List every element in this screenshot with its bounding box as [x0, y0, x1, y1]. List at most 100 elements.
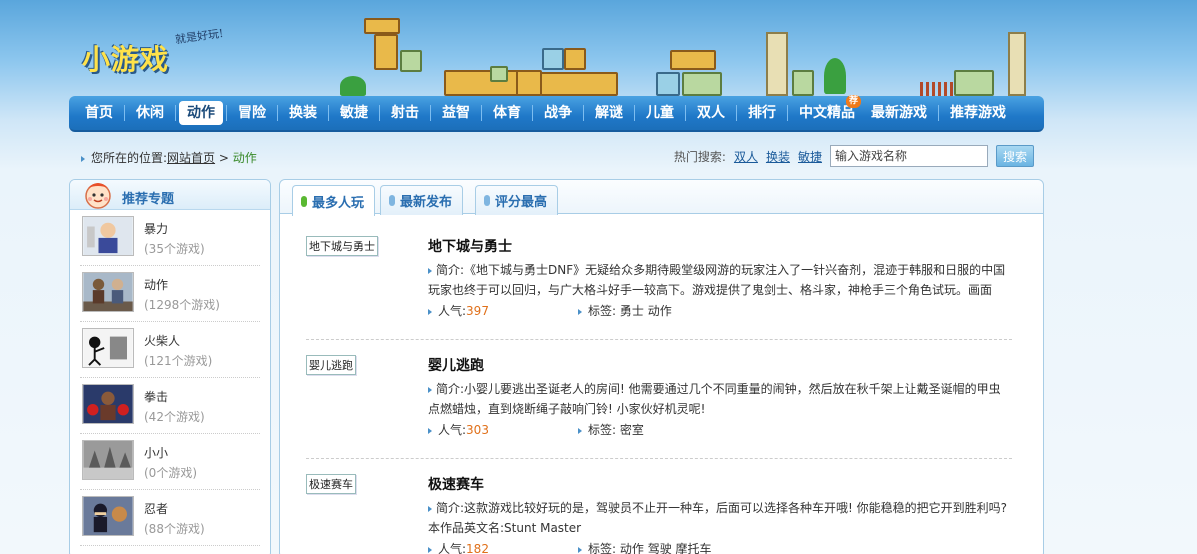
desc-text: 小婴儿要逃出圣诞老人的房间! 他需要通过几个不同重量的闹钟，然后放在秋千架上让戴… [428, 382, 1001, 416]
game-item: 地下城与勇士 地下城与勇士 简介:《地下城与勇士DNF》无疑给众多期待殿堂级网游… [306, 228, 1012, 340]
nav-item-sports[interactable]: 体育 [485, 101, 529, 125]
popularity-label: 人气: [438, 304, 467, 318]
recommended-topics-header: 推荐专题 [70, 180, 270, 210]
tags-value[interactable]: 动作 驾驶 摩托车 [620, 542, 712, 554]
site-slogan: 就是好玩! [174, 26, 225, 47]
breadcrumb: 您所在的位置:网站首页 > 动作 [81, 149, 257, 166]
nav-item-riddle[interactable]: 解谜 [587, 101, 631, 125]
tab-label: 评分最高 [495, 195, 548, 210]
breadcrumb-separator: > [218, 151, 229, 165]
triangle-bullet-icon [428, 546, 432, 553]
popularity-value: 182 [466, 542, 489, 554]
main-nav: 首页 休闲 动作 冒险 换装 敏捷 射击 益智 体育 战争 解谜 儿童 双人 排… [69, 95, 1044, 132]
game-list-tabs: 最多人玩 最新发布 评分最高 [280, 180, 1043, 216]
desc-label: 简介: [436, 382, 465, 396]
topic-thumbnail-boxing[interactable] [82, 384, 134, 424]
hot-search-link-agility[interactable]: 敏捷 [798, 148, 822, 165]
game-title[interactable]: 极速赛车 [428, 474, 484, 494]
topic-name[interactable]: 拳击 [144, 388, 168, 405]
nav-item-home[interactable]: 首页 [77, 101, 121, 125]
site-logo[interactable]: 小游戏 [82, 38, 169, 78]
hot-search-label: 热门搜索: [673, 149, 726, 164]
game-meta: 人气:303 标签: 密室 [428, 421, 644, 438]
nav-item-ranking[interactable]: 排行 [740, 101, 784, 125]
mascot-icon [85, 183, 111, 209]
nav-item-newest[interactable]: 最新游戏 [863, 101, 935, 125]
triangle-bullet-icon [578, 308, 582, 315]
site-header: 小游戏 就是好玩! 首页 休闲 动作 冒险 换装 敏捷 射击 益智 体育 战争 … [0, 0, 1197, 135]
nav-item-agility[interactable]: 敏捷 [332, 101, 376, 125]
tab-label: 最多人玩 [312, 195, 365, 211]
breadcrumb-prefix: 您所在的位置: [91, 151, 168, 165]
topic-item[interactable]: 火柴人 (121个游戏) [80, 322, 260, 378]
hot-search-link-dressup[interactable]: 换装 [766, 148, 790, 165]
topic-name[interactable]: 火柴人 [144, 332, 180, 349]
game-thumbnail[interactable]: 婴儿逃跑 [306, 355, 356, 375]
topic-thumbnail-violence[interactable] [82, 216, 134, 256]
nav-item-dressup[interactable]: 换装 [281, 101, 325, 125]
tags-label: 标签: [588, 304, 617, 318]
popularity-value: 397 [466, 304, 489, 318]
tab-bullet-icon [301, 195, 307, 207]
topic-thumbnail-action[interactable] [82, 272, 134, 312]
topic-count: (1298个游戏) [144, 298, 220, 312]
game-thumbnail[interactable]: 极速赛车 [306, 474, 356, 494]
game-item: 极速赛车 极速赛车 简介:这款游戏比较好玩的是，驾驶员不止开一种车，后面可以选择… [306, 466, 1012, 554]
game-item: 婴儿逃跑 婴儿逃跑 简介:小婴儿要逃出圣诞老人的房间! 他需要通过几个不同重量的… [306, 347, 1012, 459]
triangle-bullet-icon [428, 505, 432, 512]
search-button[interactable]: 搜索 [995, 145, 1034, 167]
tab-newest[interactable]: 最新发布 [380, 185, 464, 215]
hot-search-link-two-player[interactable]: 双人 [734, 148, 758, 165]
tab-top-rated[interactable]: 评分最高 [475, 185, 559, 215]
topic-count: (0个游戏) [144, 466, 197, 480]
topic-thumbnail-stickman[interactable] [82, 328, 134, 368]
popularity-value: 303 [466, 423, 489, 437]
topic-name[interactable]: 忍者 [144, 500, 168, 517]
topic-item[interactable]: 暴力 (35个游戏) [80, 210, 260, 266]
nav-item-two-player[interactable]: 双人 [689, 101, 733, 125]
tags-value[interactable]: 勇士 动作 [620, 304, 672, 318]
popularity-label: 人气: [438, 542, 467, 554]
triangle-bullet-icon [578, 427, 582, 434]
topic-name[interactable]: 动作 [144, 276, 168, 293]
tags-label: 标签: [588, 542, 617, 554]
recommended-topics-panel: 推荐专题 暴力 (35个游戏) 动作 (1298个游戏) 火柴人 (121个游戏… [69, 179, 271, 554]
tags-value[interactable]: 密室 [620, 423, 644, 437]
hot-search: 热门搜索: 双人 换装 敏捷 搜索 [674, 145, 1034, 167]
triangle-bullet-icon [428, 386, 432, 393]
topic-count: (42个游戏) [144, 410, 205, 424]
search-input[interactable] [829, 145, 988, 167]
topic-name[interactable]: 小小 [144, 444, 168, 461]
topic-item[interactable]: 动作 (1298个游戏) [80, 266, 260, 322]
nav-item-puzzle[interactable]: 益智 [434, 101, 478, 125]
topic-count: (35个游戏) [144, 242, 205, 256]
topic-thumbnail-tiny[interactable] [82, 440, 134, 480]
game-meta: 人气:397 标签: 勇士 动作 [428, 302, 672, 319]
desc-text: 《地下城与勇士DNF》无疑给众多期待殿堂级网游的玩家注入了一针兴奋剂，混迹于韩服… [428, 263, 1006, 297]
nav-item-adventure[interactable]: 冒险 [230, 101, 274, 125]
game-title[interactable]: 婴儿逃跑 [428, 355, 484, 375]
tab-most-played[interactable]: 最多人玩 [292, 185, 376, 216]
nav-item-recommended[interactable]: 推荐游戏 [942, 101, 1014, 125]
nav-item-casual[interactable]: 休闲 [128, 101, 172, 125]
tags-label: 标签: [588, 423, 617, 437]
topic-item[interactable]: 拳击 (42个游戏) [80, 378, 260, 434]
nav-item-action[interactable]: 动作 [179, 101, 223, 125]
nav-item-chinese-picks[interactable]: 中文精品荐 [791, 95, 863, 125]
desc-label: 简介: [436, 501, 465, 515]
nav-item-shooting[interactable]: 射击 [383, 101, 427, 125]
topic-count: (88个游戏) [144, 522, 205, 536]
topic-name[interactable]: 暴力 [144, 220, 168, 237]
nav-item-kids[interactable]: 儿童 [638, 101, 682, 125]
triangle-bullet-icon [428, 427, 432, 434]
nav-item-war[interactable]: 战争 [536, 101, 580, 125]
breadcrumb-home-link[interactable]: 网站首页 [167, 151, 215, 165]
topic-item[interactable]: 忍者 (88个游戏) [80, 490, 260, 546]
topic-item[interactable]: 小小 (0个游戏) [80, 434, 260, 490]
game-thumbnail[interactable]: 地下城与勇士 [306, 236, 378, 256]
nav-item-chinese-picks-label: 中文精品 [799, 105, 855, 121]
topic-thumbnail-ninja[interactable] [82, 496, 134, 536]
triangle-bullet-icon [578, 546, 582, 553]
game-title[interactable]: 地下城与勇士 [428, 236, 512, 256]
triangle-bullet-icon [428, 267, 432, 274]
